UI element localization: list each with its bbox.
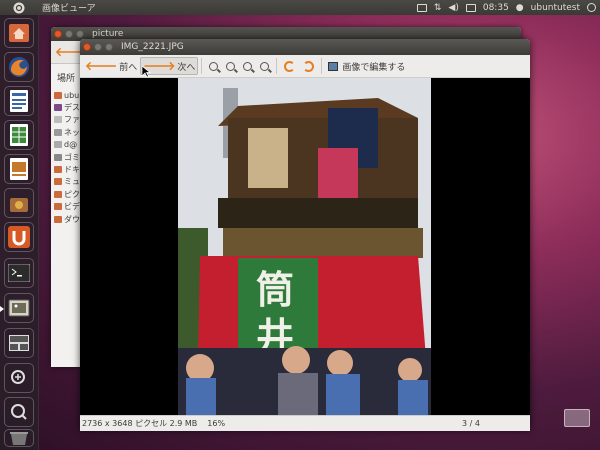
firefox-icon [9,57,29,77]
top-panel: 画像ビューア ⇅ ◀) 08:35 ● ubuntutest [0,0,600,15]
magnifier-icon [11,404,27,420]
launcher-impress[interactable] [4,154,34,184]
launcher-image-viewer[interactable] [4,293,34,323]
ubuntu-logo-icon [13,2,25,13]
close-icon[interactable] [83,43,91,51]
calc-icon [10,124,28,146]
rotate-right-icon[interactable] [303,60,315,72]
window-title: IMG_2221.JPG [121,42,184,52]
mouse-cursor-icon [142,66,151,78]
image-viewer-icon [8,299,30,317]
image-position: 3 / 4 [462,419,480,428]
pictures-folder-icon [54,190,62,198]
trash-icon [54,153,62,161]
zoom-level: 16% [207,419,226,428]
minimize-icon[interactable] [65,30,73,38]
launcher-calc[interactable] [4,120,34,150]
launcher-workspaces[interactable] [4,328,34,358]
zoom-in-icon [11,370,25,384]
next-label: 次へ [177,62,196,73]
drive-icon [54,141,62,149]
launcher-software-center[interactable] [4,188,34,218]
active-app-title: 画像ビューア [42,4,96,14]
desktop-item[interactable] [564,409,590,427]
folder-icon [54,166,62,174]
music-folder-icon [54,178,62,186]
launcher [0,15,39,450]
mail-icon[interactable] [465,3,476,12]
filesystem-icon [54,116,62,124]
network-icon [54,128,62,136]
minimize-icon[interactable] [94,43,102,51]
desktop-icon [54,104,62,112]
toolbar-separator [321,58,323,74]
launcher-firefox[interactable] [4,52,34,82]
file-manager-title: picture [92,29,124,39]
image-viewer-window[interactable]: IMG_2221.JPG 🡐 前へ 🡒 次へ 画像で編集する 筒 井 2736 … [80,39,530,431]
launcher-trash[interactable] [4,429,34,447]
network-icon[interactable]: ⇅ [434,3,442,13]
close-icon[interactable] [54,30,62,38]
impress-icon [10,158,28,180]
launcher-terminal[interactable] [4,258,34,288]
zoom-in-icon[interactable] [209,61,219,71]
toolbar-separator [276,58,278,74]
user-name[interactable]: ubuntutest [531,3,580,13]
terminal-icon [8,264,30,282]
clock[interactable]: 08:35 [483,3,509,13]
launcher-home-folder[interactable] [4,18,34,48]
dash-button[interactable] [0,0,38,15]
rotate-left-icon[interactable] [284,60,296,72]
image-viewer-titlebar[interactable]: IMG_2221.JPG [80,39,530,55]
edit-image-icon [328,61,339,71]
home-folder-icon [9,24,29,42]
system-tray: ⇅ ◀) 08:35 ● ubuntutest [416,0,596,15]
launcher-magnifier[interactable] [4,397,34,427]
folder-icon [54,91,62,99]
launcher-ubuntu-one[interactable] [4,222,34,252]
edit-image-label: 画像で編集する [342,62,406,73]
toolbar-separator [201,58,203,74]
launcher-writer[interactable] [4,86,34,116]
image-display[interactable]: 筒 井 [80,78,530,415]
writer-icon [10,90,28,112]
trash-icon [10,432,28,445]
keyboard-icon[interactable] [416,3,427,12]
power-icon[interactable] [587,3,596,12]
image-info: 2736 x 3648 ピクセル 2.9 MB [82,419,198,428]
status-bar: 2736 x 3648 ピクセル 2.9 MB 16% 3 / 4 [80,415,530,431]
maximize-icon[interactable] [105,43,113,51]
launcher-zoom-in[interactable] [4,363,34,393]
ubuntu-one-icon [8,226,30,248]
zoom-out-icon[interactable] [226,61,236,71]
festival-float-photo: 筒 井 [178,78,431,415]
volume-icon[interactable]: ◀) [448,3,458,13]
downloads-folder-icon [54,215,62,223]
previous-button[interactable]: 🡐 前へ [82,57,140,75]
videos-folder-icon [54,203,62,211]
software-center-icon [10,198,28,212]
zoom-fit-icon[interactable] [260,61,270,71]
arrow-left-icon: 🡐 [85,59,118,73]
user-icon[interactable]: ● [516,3,524,13]
maximize-icon[interactable] [76,30,84,38]
workspaces-icon [9,335,29,351]
previous-label: 前へ [119,62,138,73]
svg-text:筒: 筒 [256,267,294,312]
zoom-normal-icon[interactable] [243,61,253,71]
edit-image-button[interactable]: 画像で編集する [325,57,408,75]
places-title: 場所 [57,74,76,84]
